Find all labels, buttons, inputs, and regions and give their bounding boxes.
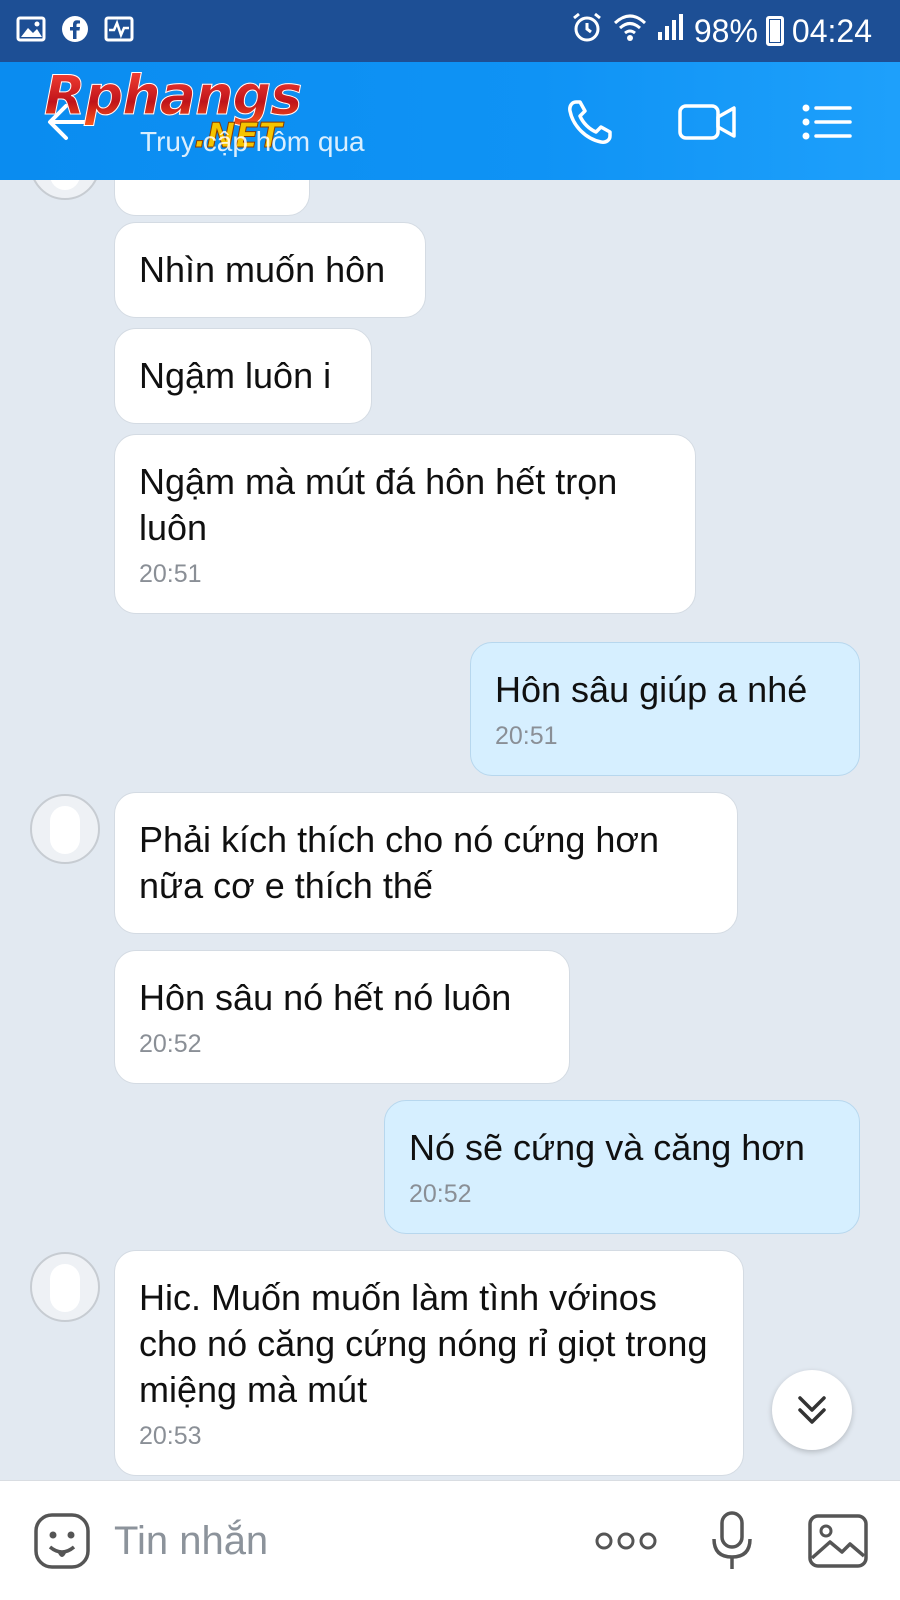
scroll-to-bottom-button[interactable] [772, 1370, 852, 1450]
battery-icon [765, 16, 784, 46]
double-chevron-down-icon [798, 1396, 826, 1424]
message-text: Phải kích thích cho nó cứng hơn nữa cơ e… [139, 819, 660, 906]
message-text: Nhìn muốn hôn [139, 249, 386, 290]
message-bubble[interactable] [114, 180, 310, 216]
signal-icon [656, 12, 686, 50]
avatar[interactable] [30, 794, 100, 864]
gallery-icon [16, 14, 46, 44]
message-input-bar: Tin nhắn [0, 1480, 900, 1600]
message-bubble[interactable]: Nhìn muốn hôn [114, 222, 426, 318]
message-bubble[interactable]: Hôn sâu nó hết nó luôn 20:52 [114, 950, 570, 1084]
message-time: 20:51 [139, 560, 202, 588]
avatar[interactable] [30, 180, 100, 200]
message-time: 20:52 [139, 1030, 202, 1058]
message-bubble[interactable]: Hic. Muốn muốn làm tình vớinos cho nó că… [114, 1250, 744, 1476]
activity-icon [104, 14, 134, 44]
message-text: Nó sẽ cứng và căng hơn [409, 1127, 805, 1168]
message-list[interactable]: Nhìn muốn hôn Ngậm luôn i Ngậm mà mút đá… [0, 180, 900, 1480]
message-time: 20:52 [409, 1180, 472, 1208]
message-bubble-outgoing[interactable]: Nó sẽ cứng và căng hơn 20:52 [384, 1100, 860, 1234]
message-bubble-outgoing[interactable]: Hôn sâu giúp a nhé 20:51 [470, 642, 860, 776]
image-icon[interactable] [806, 1509, 870, 1573]
message-bubble[interactable]: Ngậm mà mút đá hôn hết trọn luôn 20:51 [114, 434, 696, 614]
message-text: Ngậm mà mút đá hôn hết trọn luôn [139, 461, 618, 548]
chat-header: Rphangs .NET Truy cập hôm qua [0, 62, 900, 180]
battery-percent: 98% [693, 12, 758, 49]
message-text: Hôn sâu nó hết nó luôn [139, 977, 512, 1018]
microphone-icon[interactable] [700, 1509, 764, 1573]
avatar[interactable] [30, 1252, 100, 1322]
message-time: 20:51 [495, 722, 558, 750]
message-bubble[interactable]: Ngậm luôn i [114, 328, 372, 424]
emoji-icon[interactable] [30, 1509, 94, 1573]
menu-list-icon[interactable] [796, 92, 856, 152]
message-input[interactable]: Tin nhắn [114, 1511, 544, 1571]
video-camera-icon[interactable] [676, 92, 736, 152]
wifi-icon [612, 11, 648, 51]
alarm-icon [570, 10, 604, 52]
message-text: Hôn sâu giúp a nhé [495, 669, 808, 710]
facebook-icon [60, 14, 90, 44]
more-dots-icon[interactable] [594, 1509, 658, 1573]
message-bubble[interactable]: Phải kích thích cho nó cứng hơn nữa cơ e… [114, 792, 738, 934]
last-seen-status: Truy cập hôm qua [140, 126, 365, 157]
message-text: Hic. Muốn muốn làm tình vớinos cho nó că… [139, 1277, 708, 1410]
status-bar: 98% 04:24 [0, 0, 900, 62]
message-text: Ngậm luôn i [139, 355, 332, 396]
message-time: 20:53 [139, 1422, 202, 1450]
phone-icon[interactable] [560, 92, 620, 152]
clock: 04:24 [791, 12, 872, 49]
